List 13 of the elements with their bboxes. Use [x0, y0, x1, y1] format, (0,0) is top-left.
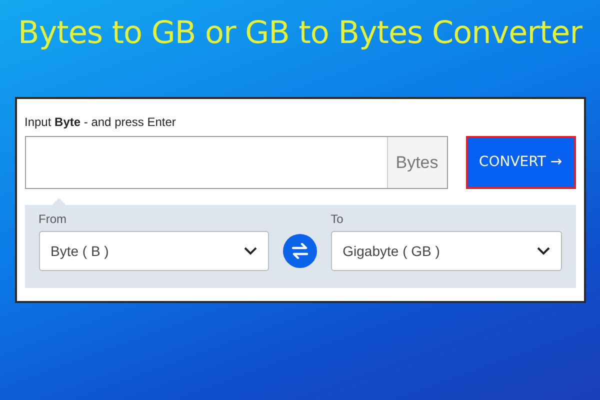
page-title: Bytes to GB or GB to Bytes Converter: [18, 14, 582, 52]
input-label: Input Byte - and press Enter: [24, 114, 177, 130]
from-select[interactable]: Byte ( B ): [38, 231, 270, 271]
convert-button[interactable]: CONVERT →: [466, 136, 576, 189]
unit-label: Bytes: [386, 137, 446, 188]
to-select[interactable]: Gigabyte ( GB ): [330, 231, 562, 271]
swap-button[interactable]: [283, 234, 317, 268]
byte-input-field[interactable]: Bytes: [24, 136, 448, 189]
chevron-down-icon: [536, 247, 550, 255]
to-label: To: [330, 211, 344, 228]
from-label: From: [38, 211, 68, 228]
chevron-down-icon: [244, 247, 258, 255]
swap-arrows-icon: [291, 243, 309, 259]
